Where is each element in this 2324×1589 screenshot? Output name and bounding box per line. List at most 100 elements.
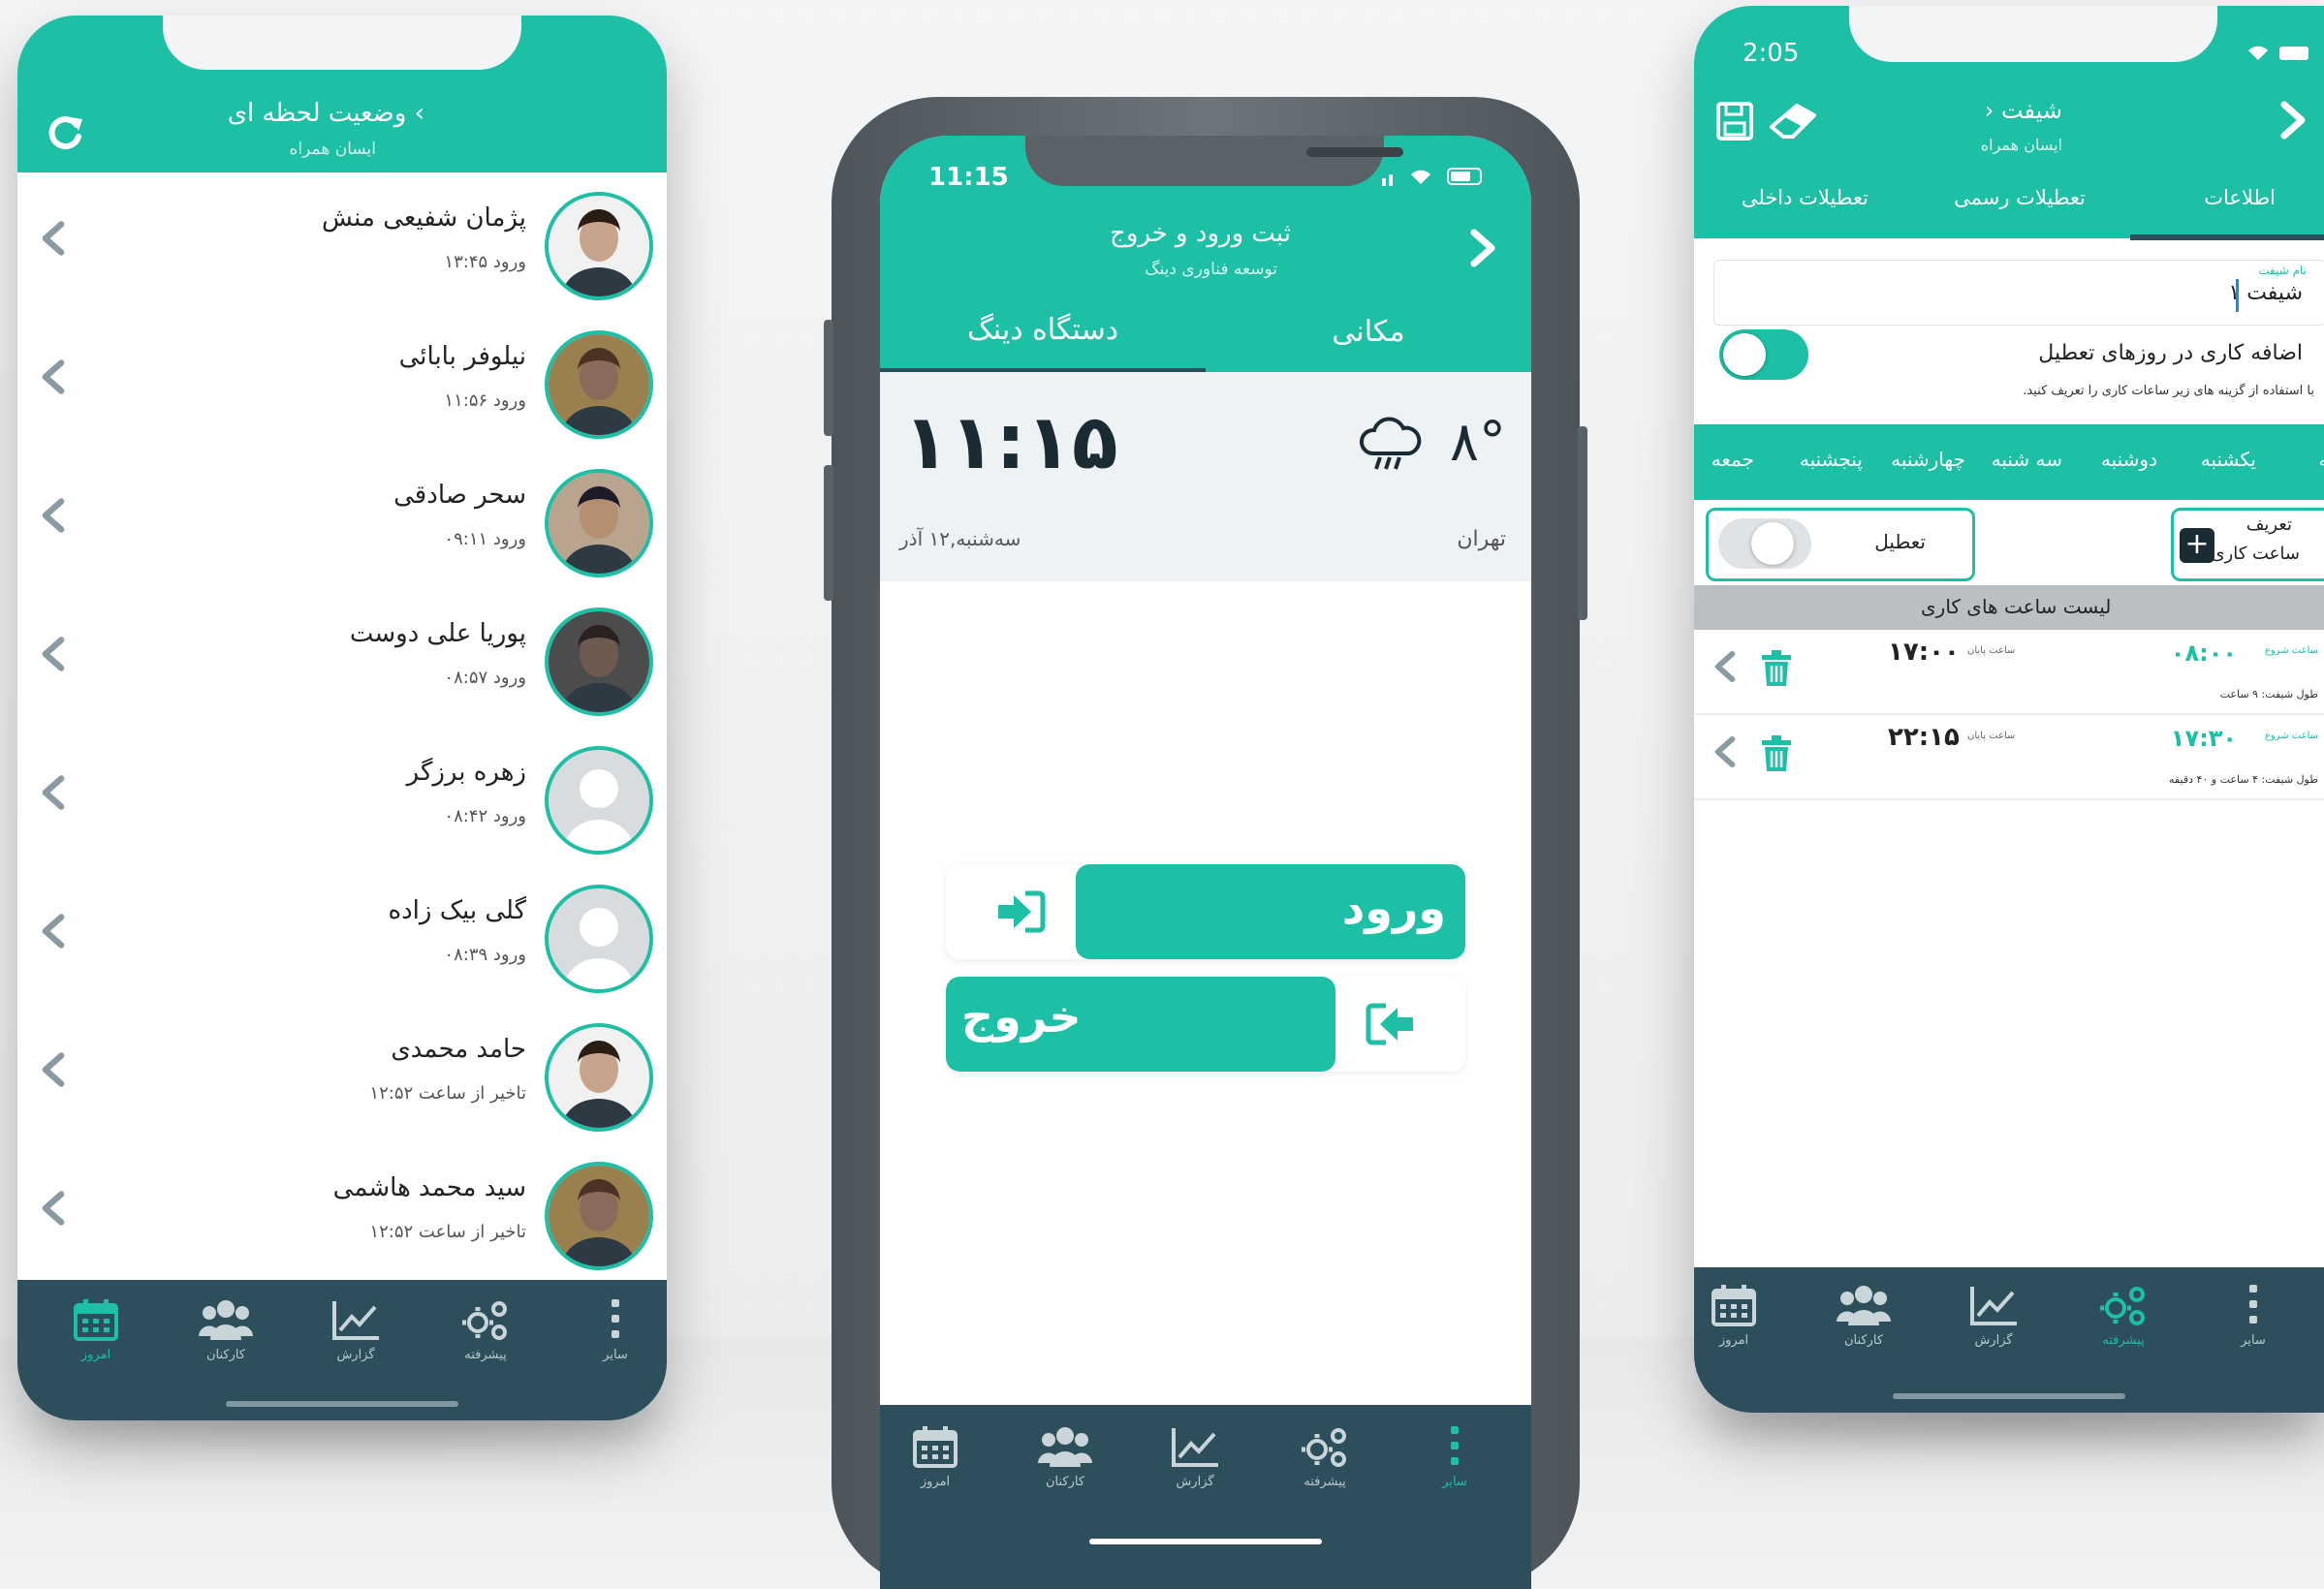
tab-users[interactable]: کارکنان [173, 1297, 279, 1385]
work-hours-row[interactable]: ۲۲:۱۵ ساعت پایان ۱۷:۳۰ ساعت شروع طول شیف… [1694, 715, 2324, 800]
page-title[interactable]: شیفت ‹ [1985, 97, 2062, 124]
tab-info[interactable]: اطلاعات [2204, 186, 2276, 209]
page-subtitle: توسعه فناوری دینگ [1145, 260, 1277, 279]
day-off-toggle[interactable] [1718, 518, 1811, 569]
chevron-left-icon[interactable] [39, 358, 78, 402]
more-icon [1401, 1424, 1508, 1469]
tab-gears[interactable]: پیشرفته [1272, 1424, 1378, 1511]
tab-location[interactable]: مکانی [1206, 291, 1531, 372]
tab-gears[interactable]: پیشرفته [2070, 1283, 2177, 1370]
employee-row[interactable]: حامد محمدی تاخیر از ساعت ۱۲:۵۲ [17, 1004, 667, 1144]
check-in-button[interactable]: ورود [946, 864, 1465, 959]
home-indicator [226, 1401, 458, 1407]
page-title: ثبت ورود و خروج [1110, 219, 1291, 248]
employee-row[interactable]: سحر صادقی ورود ۰۹:۱۱ [17, 450, 667, 590]
define-work-hours-button[interactable]: + تعریف ساعت کاری [2171, 508, 2324, 581]
refresh-icon[interactable] [41, 109, 89, 157]
tab-label: سایر [2241, 1333, 2266, 1348]
status-icons [2237, 41, 2314, 64]
trash-icon[interactable] [1760, 734, 1793, 773]
check-out-button[interactable]: خروج [946, 977, 1465, 1072]
list-title: لیست ساعت های کاری [1921, 595, 2112, 618]
chevron-left-icon[interactable] [39, 219, 78, 264]
tab-ding-device[interactable]: دستگاه دینگ [880, 291, 1206, 372]
shift-form: نام شیفت شیفت ۱ اضافه کاری در روزهای تعط… [1694, 242, 2324, 422]
employee-status: ورود ۰۸:۳۹ [444, 945, 526, 965]
gears-icon [2070, 1283, 2177, 1327]
bottom-tab-bar: امروز کارکنان گزارش پیشرفته سایر [880, 1405, 1531, 1589]
users-icon [1810, 1283, 1917, 1327]
chevron-left-icon[interactable] [1712, 734, 1739, 769]
employee-row[interactable]: پژمان شفیعی منش ورود ۱۳:۴۵ [17, 172, 667, 313]
avatar [545, 469, 653, 577]
chevron-left-icon[interactable] [39, 912, 78, 956]
chevron-left-icon[interactable] [1712, 649, 1739, 684]
status-time: 11:15 [928, 163, 1009, 192]
tab-more[interactable]: سایر [1401, 1424, 1508, 1511]
day-tab[interactable]: شنبه [2318, 448, 2324, 471]
day-tab[interactable]: چهارشنبه [1891, 448, 1965, 471]
day-tab[interactable]: یکشنبه [2201, 448, 2256, 471]
chevron-left-icon[interactable] [39, 635, 78, 679]
eraser-icon[interactable] [1768, 101, 1818, 141]
tab-official-holidays[interactable]: تعطیلات رسمی [1954, 186, 2086, 209]
end-time-label: ساعت پایان [1967, 731, 2016, 741]
employee-row[interactable]: سید محمد هاشمی تاخیر از ساعت ۱۲:۵۲ [17, 1142, 667, 1283]
mode-segmented-control: دستگاه دینگ مکانی [880, 291, 1531, 372]
tab-users[interactable]: کارکنان [1810, 1283, 1917, 1370]
employee-row[interactable]: زهره برزگر ورود ۰۸:۴۲ [17, 727, 667, 867]
chart-icon [302, 1297, 409, 1342]
tab-more[interactable]: سایر [562, 1297, 667, 1385]
employee-status: ورود ۱۱:۵۶ [444, 390, 526, 411]
phone-side-button [1578, 426, 1587, 620]
holiday-work-toggle[interactable] [1719, 329, 1808, 380]
check-in-label: ورود [1341, 882, 1446, 934]
shift-name-value: شیفت ۱ [2228, 281, 2303, 305]
employee-row[interactable]: پوریا علی دوست ورود ۰۸:۵۷ [17, 588, 667, 729]
gears-icon [432, 1297, 539, 1342]
chevron-right-icon[interactable] [1463, 225, 1502, 271]
day-tab[interactable]: سه شنبه [1992, 448, 2062, 471]
tab-gears[interactable]: پیشرفته [432, 1297, 539, 1385]
tab-more[interactable]: سایر [2200, 1283, 2307, 1370]
employee-row[interactable]: گلی بیک زاده ورود ۰۸:۳۹ [17, 865, 667, 1006]
employee-status: تاخیر از ساعت ۱۲:۵۲ [369, 1222, 526, 1242]
chevron-left-icon[interactable] [39, 1050, 78, 1095]
employee-row[interactable]: نیلوفر بابائی ورود ۱۱:۵۶ [17, 311, 667, 452]
tab-label: پیشرفته [464, 1348, 507, 1362]
tab-internal-holidays[interactable]: تعطیلات داخلی [1742, 186, 1869, 209]
tab-label: امروز [1718, 1333, 1749, 1348]
tab-calendar[interactable]: امروز [1694, 1283, 1787, 1370]
employee-name: پوریا علی دوست [349, 619, 526, 648]
tab-users[interactable]: کارکنان [1012, 1424, 1118, 1511]
employee-name: حامد محمدی [391, 1035, 526, 1064]
tab-label: کارکنان [1843, 1333, 1884, 1348]
trash-icon[interactable] [1760, 649, 1793, 688]
calendar-icon [882, 1424, 989, 1469]
users-icon [1012, 1424, 1118, 1469]
tab-chart[interactable]: گزارش [1142, 1424, 1248, 1511]
users-icon [173, 1297, 279, 1342]
save-icon[interactable] [1715, 101, 1754, 141]
chevron-left-icon[interactable] [39, 773, 78, 818]
employee-status: ورود ۰۸:۴۲ [444, 806, 526, 826]
page-title[interactable]: وضعیت لحظه ای ‹ [228, 99, 424, 128]
tab-chart[interactable]: گزارش [1940, 1283, 2047, 1370]
shift-name-label: نام شیفت [2258, 264, 2307, 277]
tab-calendar[interactable]: امروز [882, 1424, 989, 1511]
tab-calendar[interactable]: امروز [43, 1297, 149, 1385]
chevron-left-icon[interactable] [39, 496, 78, 541]
weekday-tabs: شنبه یکشنبه دوشنبه سه شنبه چهارشنبه پنجشنبه جم… [1694, 424, 2324, 500]
tab-chart[interactable]: گزارش [302, 1297, 409, 1385]
employee-name: سید محمد هاشمی [332, 1173, 526, 1202]
day-tab[interactable]: پنجشنبه [1800, 448, 1863, 471]
start-time-label: ساعت شروع [2264, 645, 2318, 656]
day-tab[interactable]: دوشنبه [2101, 448, 2157, 471]
shift-duration: طول شیفت: ۹ ساعت [2219, 688, 2318, 701]
phone-notch [1849, 6, 2217, 62]
chevron-left-icon[interactable] [39, 1189, 78, 1233]
day-tab[interactable]: جمعه [1712, 448, 1754, 471]
chevron-right-icon[interactable] [2276, 99, 2310, 141]
start-time-label: ساعت شروع [2264, 731, 2318, 741]
work-hours-row[interactable]: ۱۷:۰۰ ساعت پایان ۰۸:۰۰ ساعت شروع طول شیف… [1694, 630, 2324, 715]
